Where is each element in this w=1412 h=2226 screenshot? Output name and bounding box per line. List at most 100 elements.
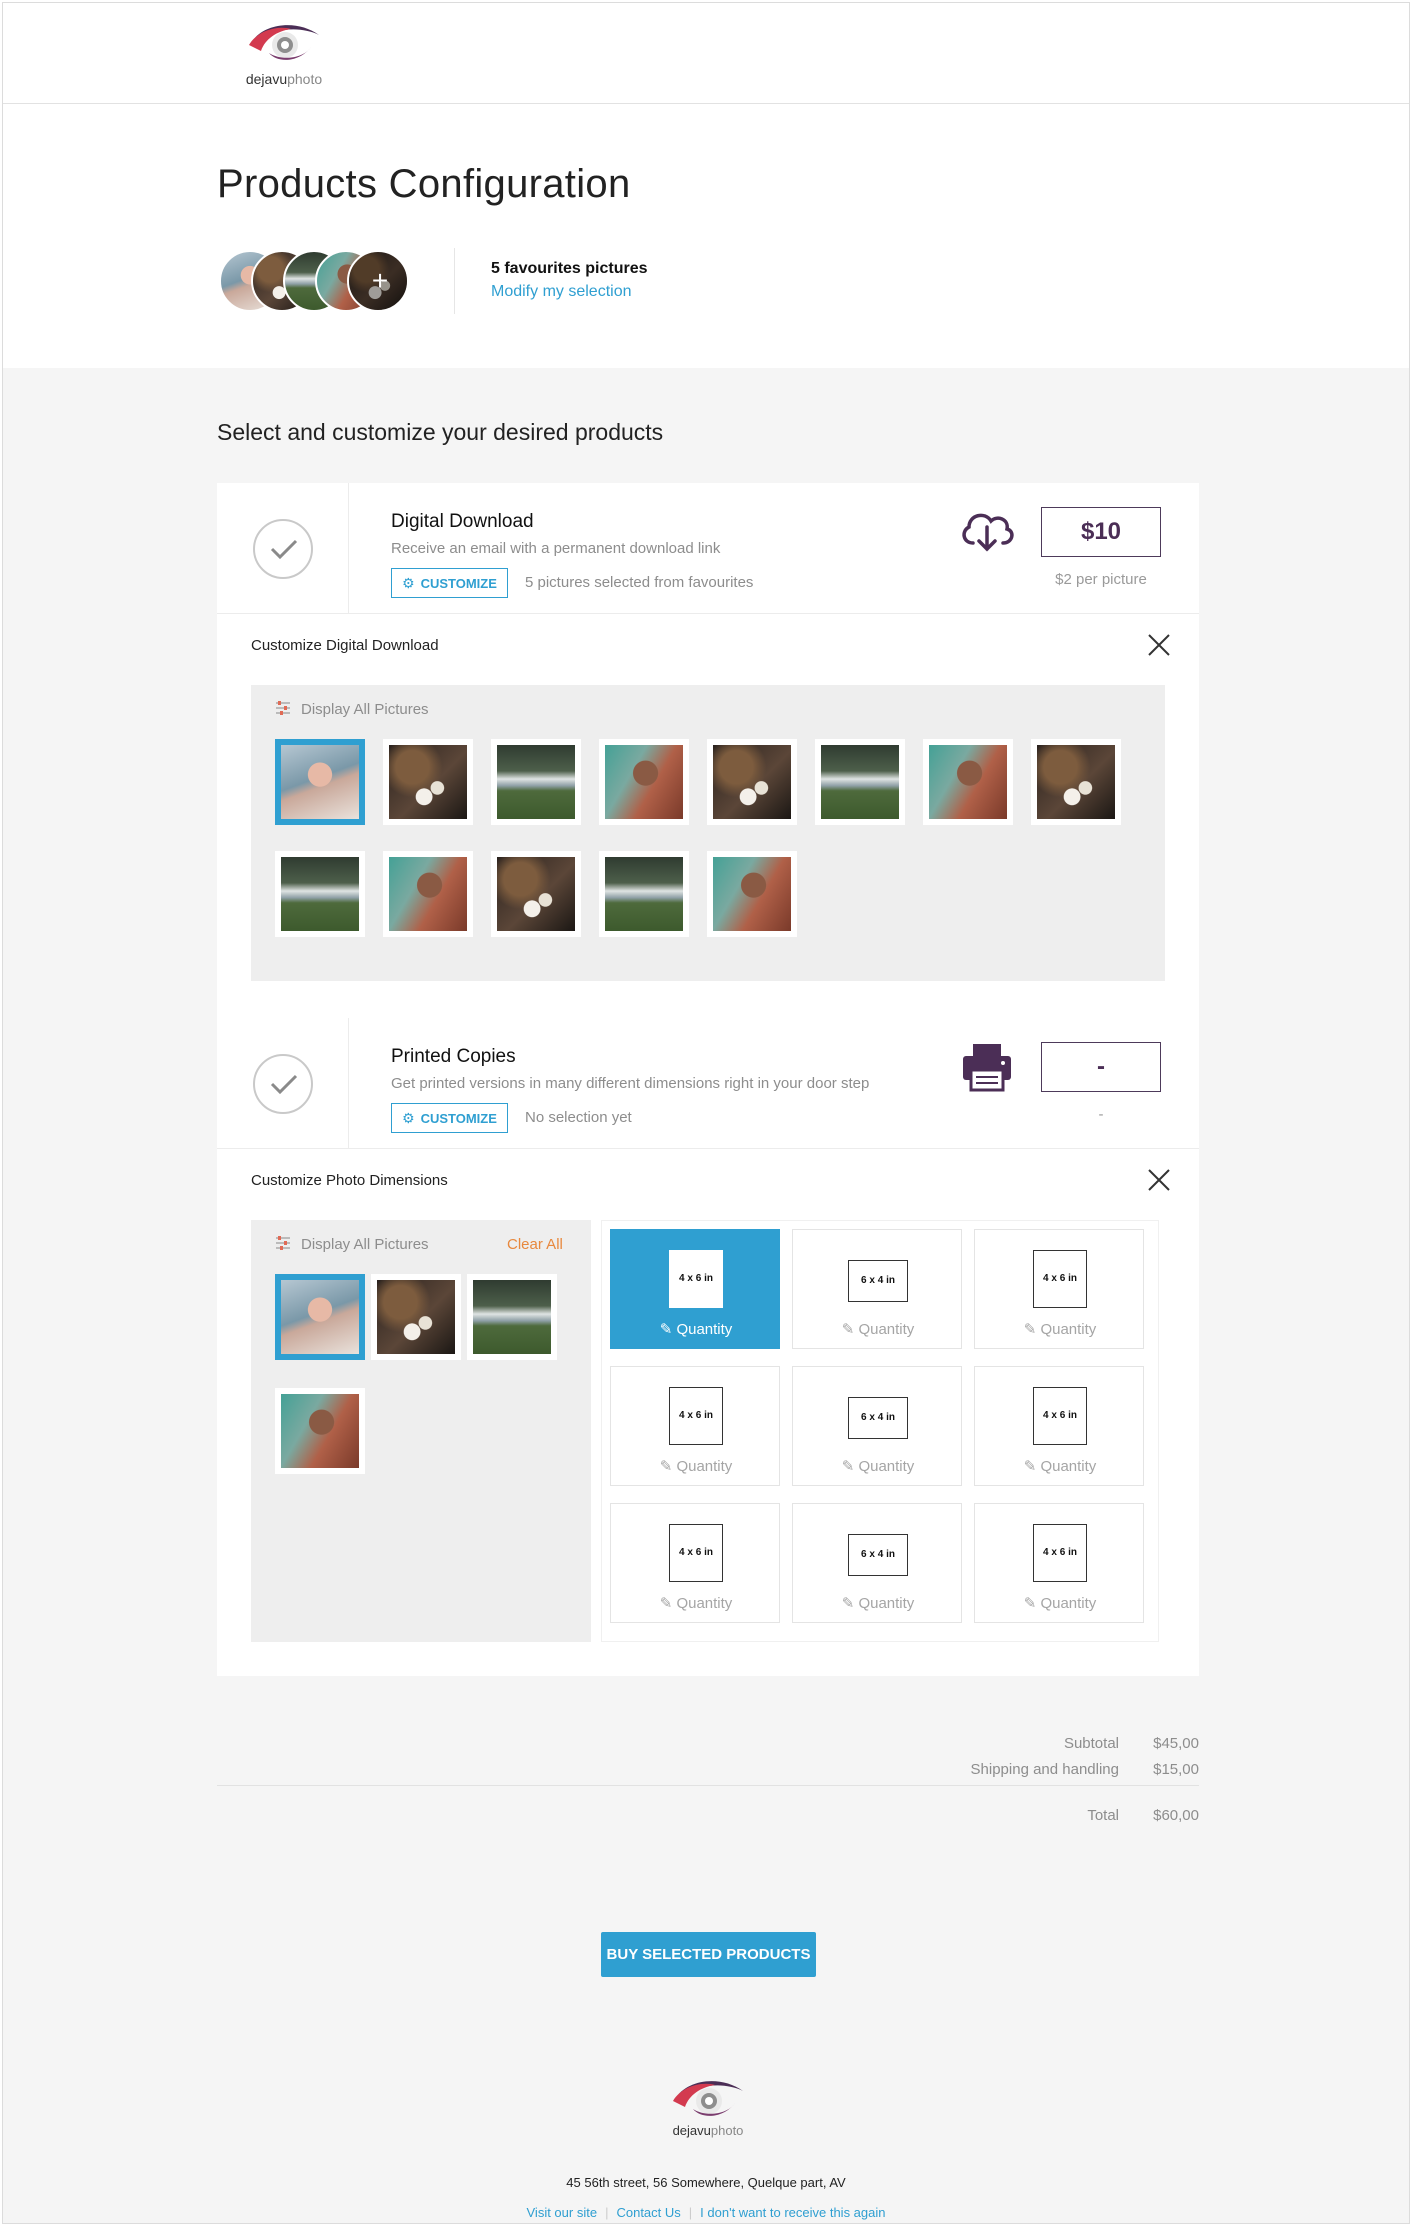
price-box: - bbox=[1041, 1042, 1161, 1092]
quantity-field[interactable]: ✎ Quantity bbox=[975, 1457, 1145, 1475]
size-label: 6 x 4 in bbox=[848, 1534, 908, 1576]
section-title: Select and customize your desired produc… bbox=[217, 419, 664, 445]
size-option[interactable]: 6 x 4 in ✎ Quantity bbox=[792, 1366, 962, 1486]
size-label: 4 x 6 in bbox=[669, 1250, 723, 1308]
picture-thumb[interactable] bbox=[275, 1388, 365, 1474]
brand-logo[interactable]: dejavuphoto bbox=[239, 17, 329, 89]
gear-icon: ⚙ bbox=[402, 1110, 415, 1126]
picture-thumb[interactable] bbox=[275, 851, 365, 937]
size-label: 4 x 6 in bbox=[1033, 1387, 1087, 1445]
pencil-icon: ✎ bbox=[659, 1458, 677, 1475]
subtotal-label: Subtotal bbox=[1063, 1735, 1119, 1752]
check-icon bbox=[270, 1074, 298, 1095]
check-icon bbox=[270, 539, 298, 560]
pencil-icon: ✎ bbox=[659, 1595, 677, 1612]
picture-thumb[interactable] bbox=[275, 739, 365, 825]
select-check[interactable] bbox=[253, 1054, 313, 1114]
subtotal-value: $45,00 bbox=[1153, 1735, 1199, 1752]
quantity-field[interactable]: ✎ Quantity bbox=[793, 1457, 963, 1475]
close-icon[interactable] bbox=[1147, 633, 1173, 659]
size-option[interactable]: 4 x 6 in ✎ Quantity bbox=[974, 1366, 1144, 1486]
page-title: Products Configuration bbox=[217, 162, 631, 206]
size-label: 4 x 6 in bbox=[669, 1387, 723, 1445]
picture-thumb[interactable] bbox=[923, 739, 1013, 825]
quantity-field[interactable]: ✎ Quantity bbox=[793, 1320, 963, 1338]
size-option[interactable]: 4 x 6 in ✎ Quantity bbox=[974, 1503, 1144, 1623]
buy-selected-products-button[interactable]: BUY SELECTED PRODUCTS bbox=[601, 1932, 816, 1977]
picture-thumb[interactable] bbox=[491, 739, 581, 825]
pencil-icon: ✎ bbox=[841, 1595, 859, 1612]
size-label: 4 x 6 in bbox=[1033, 1524, 1087, 1582]
quantity-field[interactable]: ✎ Quantity bbox=[611, 1457, 781, 1475]
picture-thumb[interactable] bbox=[467, 1274, 557, 1360]
picture-thumb[interactable] bbox=[275, 1274, 365, 1360]
picture-thumb[interactable] bbox=[815, 739, 905, 825]
picture-thumb[interactable] bbox=[599, 851, 689, 937]
close-icon[interactable] bbox=[1147, 1168, 1173, 1194]
size-option[interactable]: 4 x 6 in ✎ Quantity bbox=[610, 1366, 780, 1486]
customize-button[interactable]: ⚙ CUSTOMIZE bbox=[391, 1103, 508, 1133]
divider bbox=[454, 248, 455, 314]
modify-selection-link[interactable]: Modify my selection bbox=[491, 283, 632, 301]
customize-button[interactable]: ⚙ CUSTOMIZE bbox=[391, 568, 508, 598]
quantity-field[interactable]: ✎ Quantity bbox=[975, 1594, 1145, 1612]
product-selection-info: 5 pictures selected from favourites bbox=[525, 574, 754, 591]
picture-thumb[interactable] bbox=[599, 739, 689, 825]
picture-thumb[interactable] bbox=[707, 851, 797, 937]
size-option[interactable]: 6 x 4 in ✎ Quantity bbox=[792, 1229, 962, 1349]
pencil-icon: ✎ bbox=[841, 1321, 859, 1338]
product-row: Printed Copies Get printed versions in m… bbox=[217, 1018, 1199, 1149]
pencil-icon: ✎ bbox=[1023, 1321, 1041, 1338]
size-label: 4 x 6 in bbox=[1033, 1250, 1087, 1308]
quantity-field[interactable]: ✎ Quantity bbox=[611, 1320, 781, 1338]
brand-name: dejavuphoto bbox=[245, 71, 323, 87]
quantity-field[interactable]: ✎ Quantity bbox=[975, 1320, 1145, 1338]
select-cell[interactable] bbox=[217, 483, 349, 614]
display-all-filter[interactable]: Display All Pictures bbox=[275, 701, 429, 719]
picture-thumb[interactable] bbox=[371, 1274, 461, 1360]
shipping-value: $15,00 bbox=[1153, 1761, 1199, 1778]
select-cell[interactable] bbox=[217, 1018, 349, 1149]
total-label: Total bbox=[1087, 1807, 1119, 1824]
picture-thumb[interactable] bbox=[383, 739, 473, 825]
avatar-more[interactable]: + bbox=[347, 250, 409, 312]
price-box: $10 bbox=[1041, 507, 1161, 557]
price-note: - bbox=[1098, 1106, 1104, 1123]
favourites-count: 5 favourites pictures bbox=[491, 260, 648, 277]
size-option[interactable]: 4 x 6 in ✎ Quantity bbox=[974, 1229, 1144, 1349]
divider bbox=[217, 1785, 1199, 1786]
picture-thumb[interactable] bbox=[707, 739, 797, 825]
footer-logo[interactable]: dejavuphoto bbox=[663, 2073, 753, 2141]
unsubscribe-link[interactable]: I don't want to receive this again bbox=[700, 2205, 885, 2220]
total-row: Total $60,00 bbox=[217, 1807, 1199, 1827]
visit-site-link[interactable]: Visit our site bbox=[527, 2205, 598, 2220]
quantity-field[interactable]: ✎ Quantity bbox=[611, 1594, 781, 1612]
product-description: Get printed versions in many different d… bbox=[391, 1075, 870, 1092]
pencil-icon: ✎ bbox=[1023, 1458, 1041, 1475]
customize-title: Customize Photo Dimensions bbox=[251, 1172, 448, 1189]
select-check[interactable] bbox=[253, 519, 313, 579]
eye-logo-icon bbox=[673, 2081, 743, 2116]
footer-links: Visit our site | Contact Us | I don't want t… bbox=[3, 2205, 1409, 2220]
size-option[interactable]: 4 x 6 in ✎ Quantity bbox=[610, 1503, 780, 1623]
size-option[interactable]: 6 x 4 in ✎ Quantity bbox=[792, 1503, 962, 1623]
shipping-row: Shipping and handling $15,00 bbox=[217, 1761, 1199, 1781]
size-option[interactable]: 4 x 6 in ✎ Quantity bbox=[610, 1229, 780, 1349]
footer-address: 45 56th street, 56 Somewhere, Quelque pa… bbox=[566, 2175, 846, 2190]
pencil-icon: ✎ bbox=[1023, 1595, 1041, 1612]
pencil-icon: ✎ bbox=[659, 1321, 677, 1338]
size-label: 6 x 4 in bbox=[848, 1260, 908, 1302]
picture-thumb[interactable] bbox=[1031, 739, 1121, 825]
quantity-field[interactable]: ✎ Quantity bbox=[793, 1594, 963, 1612]
product-description: Receive an email with a permanent downlo… bbox=[391, 540, 721, 557]
size-label: 4 x 6 in bbox=[669, 1524, 723, 1582]
display-all-filter[interactable]: Display All Pictures bbox=[275, 1236, 429, 1254]
favourite-avatars[interactable]: + bbox=[219, 250, 419, 314]
filter-icon bbox=[275, 1236, 291, 1254]
clear-all-link[interactable]: Clear All bbox=[507, 1236, 563, 1253]
contact-us-link[interactable]: Contact Us bbox=[616, 2205, 680, 2220]
picture-thumb[interactable] bbox=[383, 851, 473, 937]
picture-thumb[interactable] bbox=[491, 851, 581, 937]
picture-gallery: Display All Pictures bbox=[251, 685, 1165, 981]
gear-icon: ⚙ bbox=[402, 575, 415, 591]
